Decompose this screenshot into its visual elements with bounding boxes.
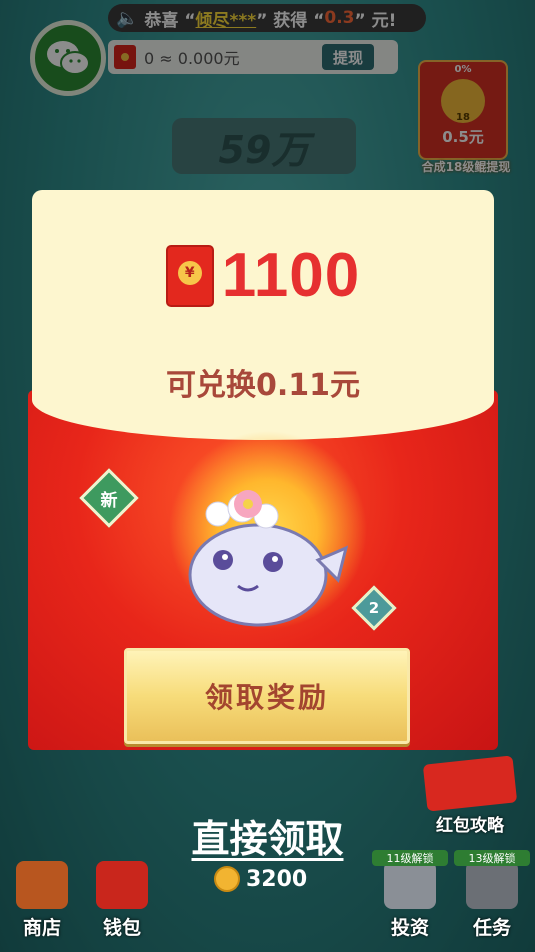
tasks-button[interactable]: 13级解锁 任务 [454, 850, 530, 940]
modal-cream-panel: ¥ 1100 可兑换0.11元 [32, 190, 494, 440]
red-packet-strategy-button[interactable]: 红包攻略 [414, 755, 526, 836]
strategy-label: 红包攻略 [436, 816, 504, 836]
invest-lock-tag: 11级解锁 [372, 850, 448, 866]
reward-modal: ¥ 1100 可兑换0.11元 新 2 领取奖励 [28, 190, 498, 755]
tasks-label: 任务 [472, 917, 511, 939]
yuan-symbol: ¥ [177, 260, 202, 285]
amount-row: ¥ 1100 [32, 240, 494, 311]
wallet-icon [96, 861, 148, 909]
shop-button[interactable]: 商店 [4, 850, 80, 940]
coin-count: 3200 [246, 866, 308, 892]
coin-total: 3200 [214, 866, 307, 892]
shop-icon [16, 861, 68, 909]
wallet-button[interactable]: 钱包 [84, 850, 160, 940]
new-badge-label: 新 [100, 490, 118, 511]
invest-button[interactable]: 11级解锁 投资 [372, 850, 448, 940]
whale-creature-icon [188, 490, 348, 627]
level-badge-label: 2 [368, 599, 380, 617]
exchange-text: 可兑换0.11元 [165, 368, 361, 403]
reward-amount: 1100 [221, 241, 361, 310]
wallet-label: 钱包 [102, 917, 141, 939]
invest-label: 投资 [390, 917, 429, 939]
invest-icon [384, 861, 436, 909]
direct-claim-label: 直接领取 [191, 817, 344, 861]
claim-reward-button[interactable]: 领取奖励 [124, 648, 410, 744]
tasks-icon [466, 861, 518, 909]
shop-label: 商店 [22, 917, 61, 939]
coin-icon [214, 866, 240, 892]
red-packet-icon: ¥ [165, 244, 214, 307]
tasks-lock-tag: 13级解锁 [454, 850, 530, 866]
red-packets-icon [422, 755, 518, 812]
